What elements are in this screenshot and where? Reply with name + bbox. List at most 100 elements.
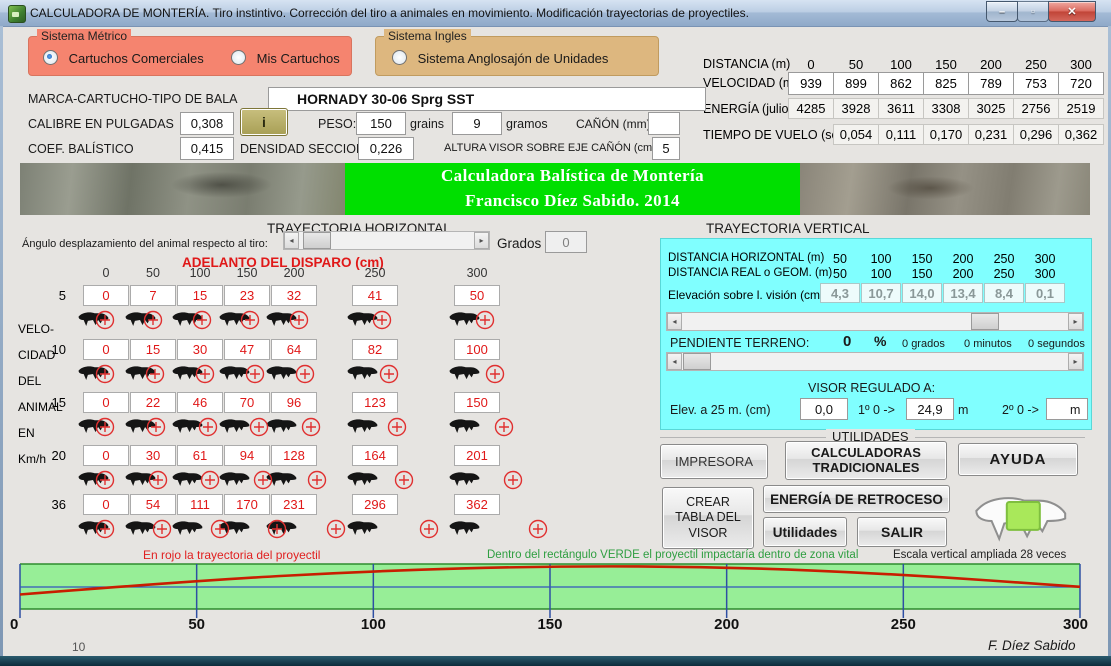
vital-zone-boar-image	[952, 488, 1087, 554]
crosshair-icon	[252, 469, 274, 491]
info-button[interactable]: i	[240, 108, 288, 136]
calibre-label: CALIBRE EN PULGADAS	[28, 117, 174, 131]
m1-label: m	[958, 403, 968, 417]
crosshair-icon	[493, 416, 515, 438]
chart-tick-label: 250	[881, 616, 925, 633]
adelanto-value-box: 0	[83, 339, 129, 360]
radio-cartuchos-comerciales[interactable]: Cartuchos Comerciales	[43, 50, 204, 66]
legend-green: Dentro del rectángulo VERDE el proyectil…	[487, 549, 858, 561]
gramos-label: gramos	[506, 117, 548, 131]
radio-unselected-icon[interactable]	[392, 50, 407, 65]
chart-tick-label: 0	[10, 616, 54, 633]
boar-icon	[345, 468, 379, 492]
scroll-left-arrow[interactable]: ◂	[667, 353, 682, 370]
adelanto-value-box: 94	[224, 445, 270, 466]
calculadoras-button[interactable]: CALCULADORAS TRADICIONALES	[785, 441, 947, 480]
pendiente-scrollbar[interactable]: ◂▸	[666, 352, 1084, 371]
crosshair-icon	[418, 518, 440, 540]
crear-tabla-button[interactable]: CREAR TABLA DEL VISOR	[662, 487, 754, 549]
animal-speed-side-label: VELO-	[18, 322, 54, 336]
adelanto-column-header: 100	[178, 266, 222, 280]
running-animal-icon	[345, 468, 379, 492]
grados-input[interactable]: 0	[545, 231, 587, 253]
adelanto-column-header: 50	[131, 266, 175, 280]
english-system-group: Sistema Ingles Sistema Anglosajón de Uni…	[375, 36, 659, 76]
radio-mis-cartuchos[interactable]: Mis Cartuchos	[231, 50, 340, 66]
ballistics-value-box: 0,231	[968, 124, 1014, 145]
grados-label: Grados	[497, 236, 541, 251]
scroll-left-arrow[interactable]: ◂	[667, 313, 682, 330]
speed-row-label: 15	[40, 395, 66, 410]
adelanto-value-box: 0	[83, 392, 129, 413]
radio-selected-icon[interactable]	[43, 50, 58, 65]
zero1-input[interactable]: 24,9	[906, 398, 954, 420]
window-edge-left	[0, 26, 3, 656]
adelanto-value-box: 61	[177, 445, 223, 466]
minimize-button[interactable]: –	[986, 1, 1018, 22]
scroll-thumb[interactable]	[683, 353, 711, 370]
crosshair-icon	[325, 518, 347, 540]
adelanto-value-box: 128	[271, 445, 317, 466]
right-photo	[800, 163, 1090, 215]
angle-scrollbar[interactable]: ◂▸	[283, 231, 490, 250]
adelanto-value-box: 82	[352, 339, 398, 360]
energia-retroceso-button[interactable]: ENERGÍA DE RETROCESO	[763, 485, 950, 513]
dist-horizontal-value: 150	[902, 252, 942, 266]
scroll-right-arrow[interactable]: ▸	[474, 232, 489, 249]
elevation-value-box: 0,1	[1025, 283, 1065, 303]
velocity-value-box: 720	[1058, 72, 1104, 95]
left-photo	[20, 163, 345, 215]
peso-gramos-input[interactable]: 9	[452, 112, 502, 135]
running-animal-icon	[170, 517, 204, 541]
crosshair-icon	[244, 363, 266, 385]
coef-input[interactable]: 0,415	[180, 137, 234, 160]
adelanto-value-box: 32	[271, 285, 317, 306]
calibre-input[interactable]: 0,308	[180, 112, 234, 135]
zero2-input[interactable]	[1046, 398, 1088, 420]
radio-anglosajon[interactable]: Sistema Anglosajón de Unidades	[392, 50, 608, 66]
speed-row-label: 36	[40, 497, 66, 512]
radio-unselected-icon[interactable]	[231, 50, 246, 65]
crosshair-icon	[147, 469, 169, 491]
densidad-input[interactable]: 0,226	[358, 137, 414, 160]
banner: Calculadora Balística de Montería Franci…	[345, 163, 800, 215]
adelanto-value-box: 0	[83, 445, 129, 466]
grains-label: grains	[410, 117, 444, 131]
scroll-thumb[interactable]	[303, 232, 331, 249]
crosshair-icon	[147, 469, 169, 491]
impresora-button[interactable]: IMPRESORA	[660, 444, 768, 479]
crosshair-icon	[94, 363, 116, 385]
dist-horizontal-value: 250	[984, 252, 1024, 266]
scroll-thumb[interactable]	[971, 313, 999, 330]
peso-grains-input[interactable]: 150	[356, 112, 406, 135]
boar-icon	[447, 517, 481, 541]
crosshair-icon	[199, 469, 221, 491]
scroll-right-arrow[interactable]: ▸	[1068, 313, 1083, 330]
close-button[interactable]: ✕	[1048, 1, 1096, 22]
chart-tick-label: 50	[175, 616, 219, 633]
elev25-input[interactable]: 0,0	[800, 398, 848, 420]
maximize-button[interactable]: ▫	[1017, 1, 1049, 22]
scroll-right-arrow[interactable]: ▸	[1068, 353, 1083, 370]
dist-real-label: DISTANCIA REAL o GEOM. (m)	[668, 267, 832, 279]
altura-visor-input[interactable]: 5	[652, 137, 680, 160]
distance-header-value: 0	[789, 57, 833, 72]
scroll-left-arrow[interactable]: ◂	[284, 232, 299, 249]
boar-icon	[170, 517, 204, 541]
distance-header-value: 200	[969, 57, 1013, 72]
ayuda-button[interactable]: AYUDA	[958, 443, 1078, 476]
canon-input[interactable]	[648, 112, 680, 135]
legend-red: En rojo la trayectoria del proyectil	[143, 548, 320, 562]
adelanto-value-box: 170	[224, 494, 270, 515]
utilidades-button[interactable]: Utilidades	[763, 517, 847, 547]
salir-button[interactable]: SALIR	[857, 517, 947, 547]
chart-credit: F. Díez Sabido	[988, 638, 1076, 653]
marca-input[interactable]: HORNADY 30-06 Sprg SST	[268, 87, 706, 111]
crosshair-icon	[142, 309, 164, 331]
boar-icon	[447, 468, 481, 492]
pct-sign: %	[874, 333, 886, 349]
adelanto-column-header: 250	[353, 266, 397, 280]
crosshair-icon	[244, 363, 266, 385]
elevation-scrollbar[interactable]: ◂▸	[666, 312, 1084, 331]
adelanto-value-box: 231	[271, 494, 317, 515]
